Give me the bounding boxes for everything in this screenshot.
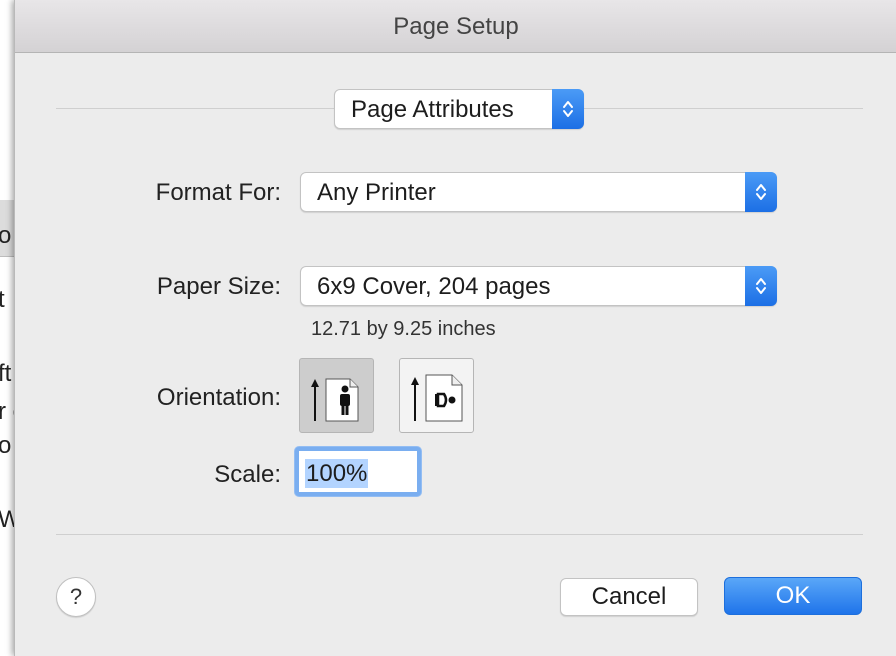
dialog-title: Page Setup bbox=[393, 13, 519, 40]
popup-stepper-icon bbox=[745, 172, 777, 212]
scale-label: Scale: bbox=[214, 461, 281, 488]
scale-input-value: 100% bbox=[305, 459, 369, 488]
format-for-label: Format For: bbox=[155, 179, 281, 206]
portrait-orientation-button[interactable] bbox=[299, 358, 374, 433]
landscape-orientation-button[interactable] bbox=[399, 358, 474, 433]
paper-size-value: 6x9 Cover, 204 pages bbox=[317, 273, 551, 300]
paper-dimensions: 12.71 by 9.25 inches bbox=[311, 318, 496, 340]
orientation-label: Orientation: bbox=[156, 384, 281, 411]
title-bar[interactable]: Page Setup bbox=[15, 0, 896, 53]
scale-input[interactable]: 100% bbox=[295, 447, 421, 496]
help-icon: ? bbox=[69, 584, 83, 609]
page-setup-dialog: Page Setup Page Attributes Format For: A… bbox=[14, 0, 896, 656]
popup-stepper-icon bbox=[745, 266, 777, 306]
format-for-value: Any Printer bbox=[317, 179, 436, 206]
format-for-popup[interactable]: Any Printer bbox=[300, 172, 777, 212]
popup-stepper-icon bbox=[552, 89, 584, 129]
help-button[interactable]: ? bbox=[56, 577, 96, 617]
background-text: t bbox=[0, 286, 5, 313]
ok-button[interactable]: OK bbox=[724, 577, 862, 615]
cancel-button[interactable]: Cancel bbox=[560, 578, 698, 616]
paper-size-label: Paper Size: bbox=[156, 273, 281, 300]
bottom-separator bbox=[56, 534, 863, 535]
landscape-orientation-icon bbox=[411, 374, 463, 422]
settings-popup[interactable]: Page Attributes bbox=[334, 89, 584, 129]
background-text: o bbox=[0, 432, 12, 459]
portrait-orientation-icon bbox=[311, 378, 359, 422]
paper-size-popup[interactable]: 6x9 Cover, 204 pages bbox=[300, 266, 777, 306]
background-text: o bbox=[0, 222, 12, 249]
background-text: ft bbox=[0, 360, 12, 387]
settings-popup-value: Page Attributes bbox=[351, 96, 514, 123]
